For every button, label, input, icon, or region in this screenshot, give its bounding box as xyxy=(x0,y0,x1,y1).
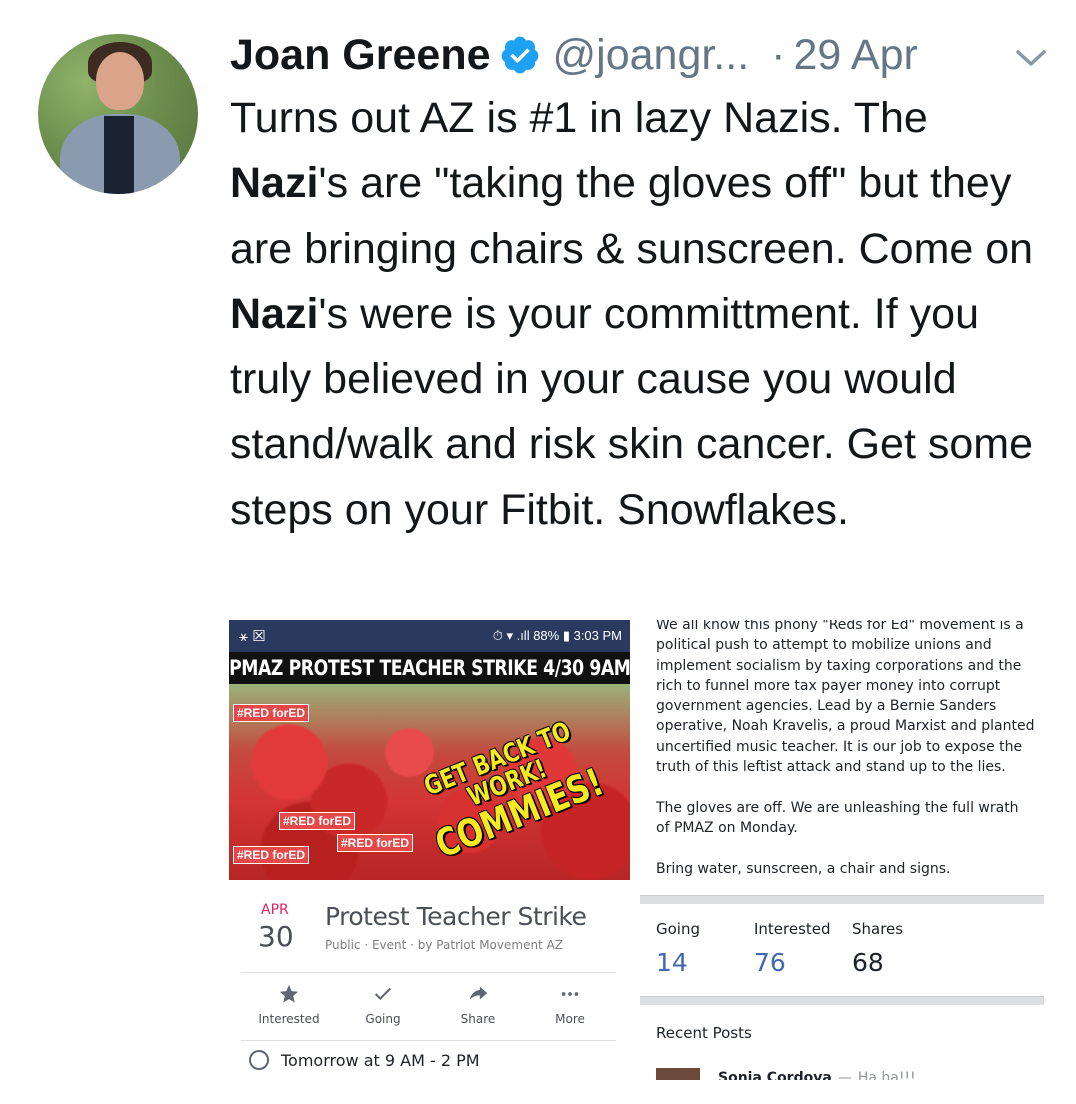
photo-sign: #RED forED xyxy=(233,704,310,722)
author-name[interactable]: Joan Greene xyxy=(230,31,491,80)
tweet-text: Turns out AZ is #1 in lazy Nazis. The Na… xyxy=(230,86,1050,543)
event-month: APR xyxy=(261,902,289,918)
post-paragraph: Bring water, sunscreen, a chair and sign… xyxy=(656,860,951,877)
recent-post-item: Sonia Cordova — Ha ha!!! xyxy=(656,1068,916,1080)
clock-icon xyxy=(249,1050,269,1070)
tweet-text-bold: Nazi xyxy=(230,289,319,338)
event-screenshot: ⚹ ☒ ⏱ ▾ .ıll 88% ▮ 3:03 PM PMAZ PROTEST … xyxy=(229,620,630,1080)
stat-interested: Interested 76 xyxy=(754,920,831,977)
verified-badge-icon xyxy=(499,34,541,76)
avatar-face xyxy=(96,52,144,110)
going-button: Going xyxy=(338,980,428,1026)
photo-overlay-text: GET BACK TO WORK! COMMIES! xyxy=(419,716,610,867)
chevron-down-icon[interactable] xyxy=(1014,46,1048,70)
divider xyxy=(640,996,1044,1005)
event-time: Tomorrow at 9 AM - 2 PM xyxy=(249,1050,480,1070)
stat-shares: Shares 68 xyxy=(852,920,904,977)
post-paragraph: The gloves are off. We are unleashing th… xyxy=(656,799,1019,836)
event-info: APR 30 Protest Teacher Strike Public · E… xyxy=(229,880,630,1080)
recent-post-dash: — xyxy=(837,1070,852,1080)
recent-post-author: Sonia Cordova xyxy=(718,1070,832,1080)
photo-sign: #RED forED xyxy=(233,846,310,864)
divider xyxy=(241,1040,616,1041)
event-title: Protest Teacher Strike xyxy=(325,902,587,931)
phone-status-bar: ⚹ ☒ ⏱ ▾ .ıll 88% ▮ 3:03 PM xyxy=(229,620,630,652)
check-icon xyxy=(338,980,428,1008)
author-avatar[interactable] xyxy=(38,34,198,194)
event-stats: Going 14 Interested 76 Shares 68 xyxy=(640,904,1044,996)
tweet-text-segment: Turns out AZ is #1 in lazy Nazis. The xyxy=(230,94,928,142)
header-separator: · xyxy=(771,30,786,79)
more-button: More xyxy=(525,980,615,1026)
tweet-media[interactable]: ⚹ ☒ ⏱ ▾ .ıll 88% ▮ 3:03 PM PMAZ PROTEST … xyxy=(229,620,1044,1080)
post-paragraph: We all know this phony "Reds for Ed" mov… xyxy=(656,620,1035,776)
divider xyxy=(241,972,616,973)
recent-post-comment: Ha ha!!! xyxy=(857,1070,916,1080)
stat-going: Going 14 xyxy=(656,920,700,977)
avatar xyxy=(656,1068,700,1080)
avatar-blouse xyxy=(104,116,134,194)
share-arrow-icon xyxy=(433,980,523,1008)
post-text: We all know this phony "Reds for Ed" mov… xyxy=(656,620,1036,899)
status-left-icons: ⚹ ☒ xyxy=(239,628,266,645)
recent-posts-heading: Recent Posts xyxy=(656,1024,752,1042)
divider xyxy=(640,895,1044,904)
tweet-text-segment: 's are "taking the gloves off" but they … xyxy=(230,159,1034,273)
status-right-info: ⏱ ▾ .ıll 88% ▮ 3:03 PM xyxy=(492,628,622,643)
star-icon xyxy=(244,980,334,1008)
protest-photo: #RED forED #RED forED #RED forED #RED fo… xyxy=(229,684,630,880)
tweet-text-segment: 's were is your committment. If you trul… xyxy=(230,289,1034,534)
event-day: 30 xyxy=(258,920,294,953)
interested-button: Interested xyxy=(244,980,334,1026)
event-banner: PMAZ PROTEST TEACHER STRIKE 4/30 9AM xyxy=(229,652,630,684)
share-button: Share xyxy=(433,980,523,1026)
event-time-text: Tomorrow at 9 AM - 2 PM xyxy=(281,1050,480,1070)
tweet-date[interactable]: 29 Apr xyxy=(793,31,917,80)
event-actions: Interested Going Share More xyxy=(241,980,616,1040)
more-dots-icon xyxy=(525,980,615,1008)
photo-sign: #RED forED xyxy=(279,812,356,830)
tweet-text-bold: Nazi xyxy=(230,159,319,208)
post-screenshot: We all know this phony "Reds for Ed" mov… xyxy=(640,620,1044,1080)
event-subtitle: Public · Event · by Patriot Movement AZ xyxy=(325,938,564,952)
tweet-header: Joan Greene @joangr... · 29 Apr xyxy=(230,28,918,82)
author-handle[interactable]: @joangr... xyxy=(553,31,750,80)
